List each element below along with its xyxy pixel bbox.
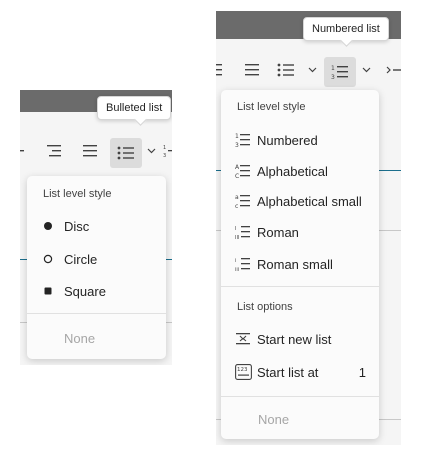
numbered-list-button[interactable]: 1 3 [324,57,356,87]
number-style-none[interactable]: None [221,404,379,434]
numbered-list-style-menu: List level style 1 3 Numbered A C Alphab… [221,90,379,439]
number-style-label: Roman small [257,256,333,272]
chevron-down-icon [362,67,370,73]
justify-icon [83,145,97,157]
svg-text:1: 1 [235,133,239,140]
bulleted-list-style-menu: List level style Disc Circle Square None [27,176,166,359]
bullet-style-label: Disc [64,218,90,234]
number-style-numbered[interactable]: 1 3 Numbered [221,125,379,155]
bulleted-list-button[interactable] [110,138,142,168]
numbered-list-dropdown-button[interactable] [359,55,373,85]
bullet-style-square[interactable]: Square [27,276,166,306]
start-list-at-label: Start list at [257,364,319,380]
list-level-style-heading: List level style [43,188,112,200]
square-bullet-icon [43,286,64,296]
svg-text:3: 3 [163,153,166,158]
svg-text:i: i [235,258,236,264]
start-new-list-option[interactable]: Start new list [221,324,379,354]
numbered-list-panel: 1 3 List level style 1 3 Numbered A C Al… [216,11,401,445]
alphabetical-small-list-icon: a c [235,193,257,209]
number-style-label: Numbered [257,132,318,148]
start-list-at-icon: 123 [235,364,257,380]
numbered-list-icon: 1 3 [331,65,348,80]
number-style-roman-small[interactable]: i iii Roman small [221,249,379,279]
bullet-style-disc[interactable]: Disc [27,211,166,241]
start-list-at-option[interactable]: 123 Start list at 1 [221,357,379,387]
numbered-list-tooltip: Numbered list [303,17,389,41]
svg-text:1: 1 [163,145,166,151]
bullet-style-label: Circle [64,251,98,267]
start-list-at-value: 1 [358,364,366,380]
svg-text:A: A [235,164,240,171]
ribbon-toolbar: 1 3 [20,136,172,170]
svg-text:3: 3 [331,74,335,80]
chevron-down-icon [308,67,316,73]
roman-small-list-icon: i iii [235,256,257,272]
bullet-style-circle[interactable]: Circle [27,244,166,274]
svg-text:1: 1 [331,65,335,72]
menu-divider [221,396,379,397]
bulleted-list-button[interactable] [272,55,300,85]
menu-divider [27,313,166,314]
roman-list-icon: I III [235,224,257,240]
svg-text:123: 123 [237,367,248,373]
none-label: None [64,330,96,346]
partial-toolbar-icon[interactable] [216,55,224,85]
start-new-list-icon [235,331,257,347]
svg-text:I: I [235,226,236,232]
numbered-list-icon: 1 3 [235,132,257,148]
list-level-style-heading: List level style [237,101,306,113]
bulleted-list-icon [117,146,134,160]
list-options-heading: List options [237,301,293,313]
svg-text:a: a [235,194,239,201]
align-right-icon [47,145,61,157]
number-style-label: Alphabetical small [257,193,362,209]
chevron-down-icon [147,148,155,154]
align-right-button[interactable] [40,136,68,166]
indent-icon [386,66,401,74]
increase-indent-button-partial[interactable] [386,55,401,85]
alphabetical-list-icon: A C [235,163,257,179]
bulleted-list-dropdown-button[interactable] [144,136,158,166]
menu-divider [221,286,379,287]
svg-text:c: c [235,203,238,209]
justify-button[interactable] [76,136,104,166]
number-style-alphabetical[interactable]: A C Alphabetical [221,156,379,186]
bulleted-list-tooltip: Bulleted list [97,96,172,120]
bulleted-list-icon [277,63,294,77]
none-label: None [258,411,290,427]
numbered-list-button-partial[interactable]: 1 3 [163,136,172,166]
bullet-style-none[interactable]: None [27,323,166,353]
start-new-list-label: Start new list [257,331,332,347]
justify-button[interactable] [238,55,266,85]
number-style-label: Roman [257,224,299,240]
svg-text:iii: iii [235,267,239,272]
number-style-alphabetical-small[interactable]: a c Alphabetical small [221,186,379,216]
numbered-list-icon: 1 3 [163,145,172,158]
svg-text:C: C [235,173,239,179]
bullet-style-label: Square [64,283,106,299]
circle-bullet-icon [43,254,64,264]
svg-text:3: 3 [235,142,239,148]
bulleted-list-dropdown-button[interactable] [305,55,319,85]
partial-toolbar-icon[interactable] [20,136,26,166]
number-style-label: Alphabetical [257,163,328,179]
justify-icon [245,64,259,76]
disc-bullet-icon [43,221,64,231]
number-style-roman[interactable]: I III Roman [221,217,379,247]
svg-text:III: III [235,235,239,240]
ribbon-toolbar: 1 3 [216,55,401,89]
bulleted-list-panel: 1 3 List level style Disc Circle Square … [20,90,172,365]
